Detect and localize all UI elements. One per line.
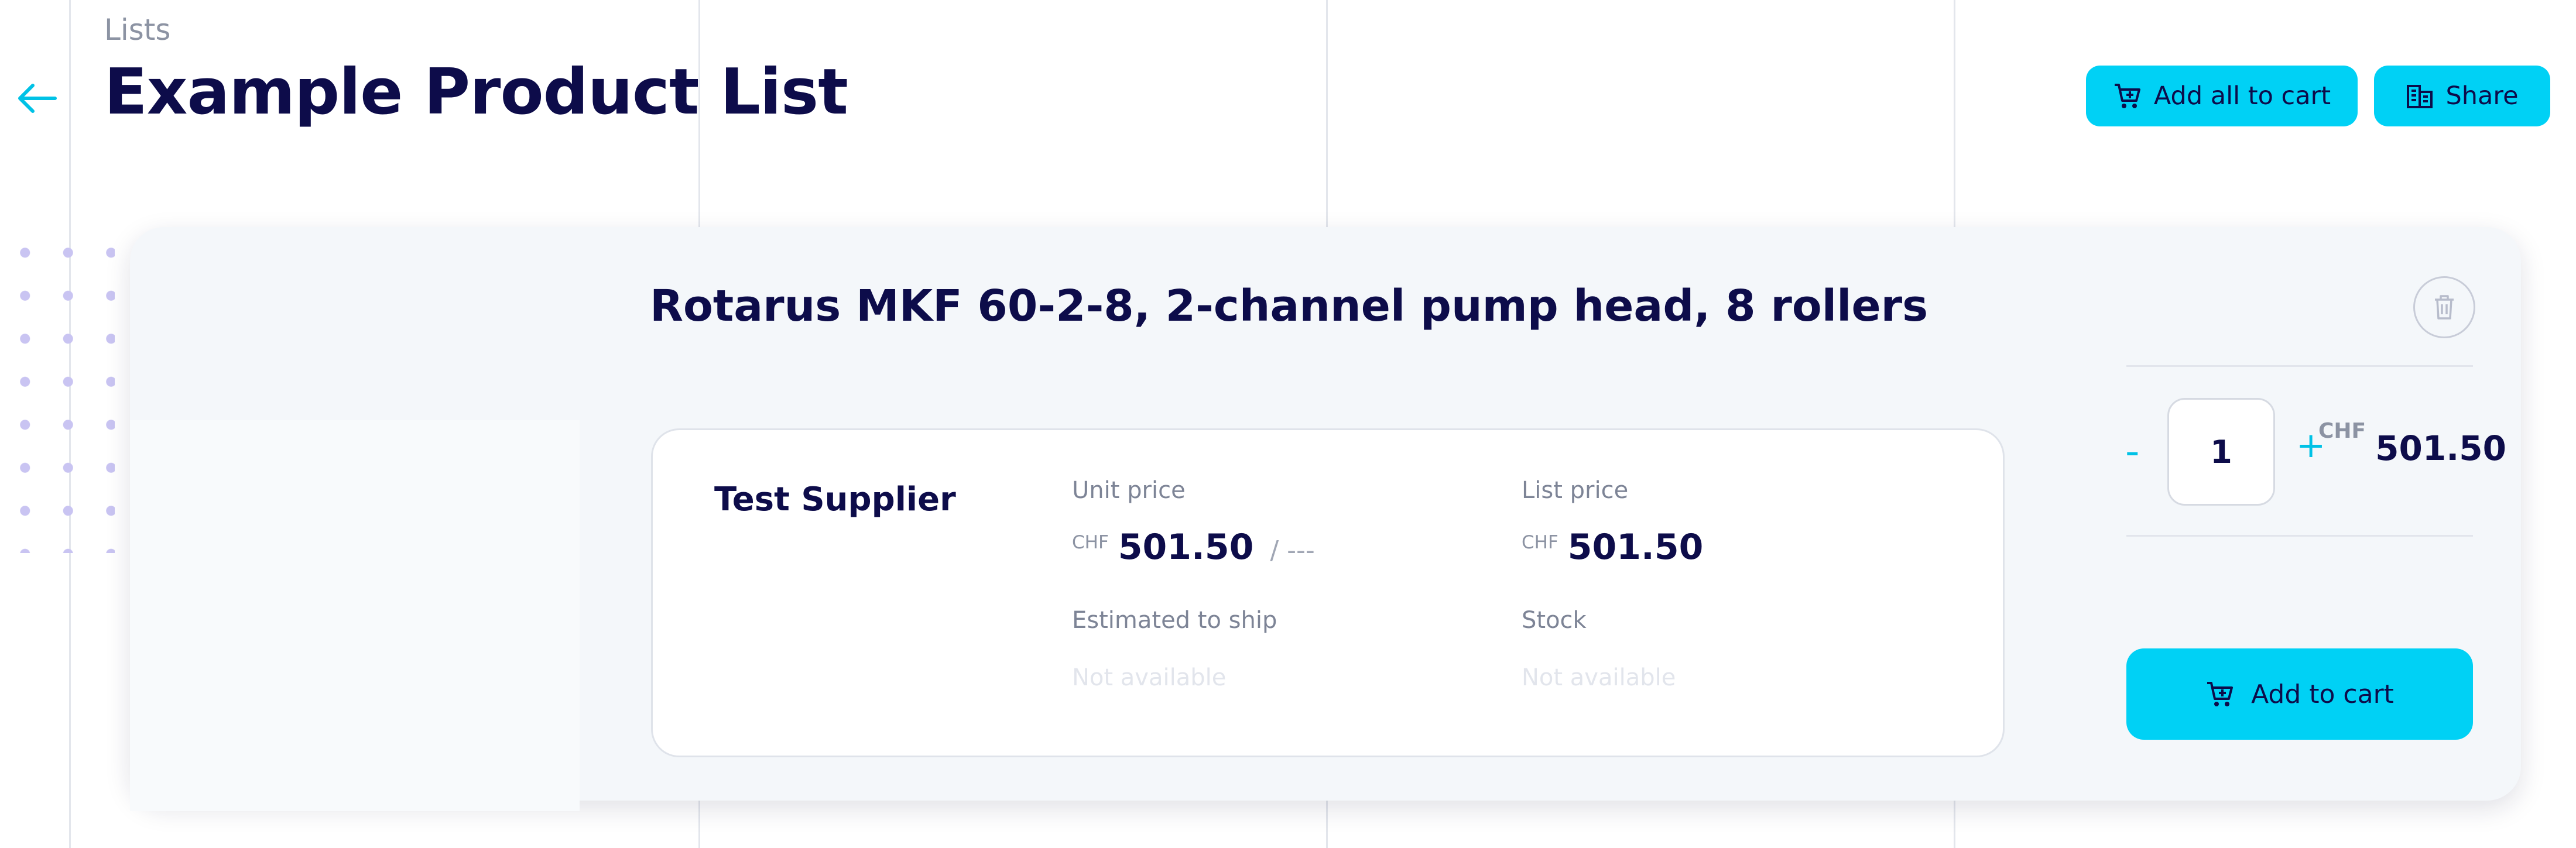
cart-plus-icon [2207, 682, 2234, 706]
list-price-label: List price [1522, 477, 1629, 504]
quantity-input[interactable]: 1 [2167, 398, 2275, 506]
arrow-left-icon [18, 84, 57, 113]
add-to-cart-button[interactable]: Add to cart [2126, 648, 2473, 740]
unit-price-label: Unit price [1072, 477, 1186, 504]
quantity-decrement-button[interactable]: - [2125, 428, 2160, 475]
ship-estimate-label: Estimated to ship [1072, 607, 1277, 634]
ship-estimate-value: Not available [1072, 664, 1227, 691]
total-value: 501.50 [2375, 428, 2506, 468]
unit-price-per: / --- [1270, 535, 1315, 565]
stock-value: Not available [1522, 664, 1676, 691]
supplier-name: Test Supplier [714, 480, 956, 519]
unit-price-value: 501.50 [1118, 527, 1254, 568]
add-all-to-cart-button[interactable]: Add all to cart [2086, 66, 2358, 126]
add-to-cart-label: Add to cart [2251, 679, 2394, 709]
list-price-value: 501.50 [1567, 527, 1704, 568]
trash-icon [2435, 295, 2454, 320]
delete-button[interactable] [2413, 276, 2475, 338]
total-currency: CHF [2318, 419, 2366, 443]
back-button[interactable] [13, 75, 60, 122]
product-title[interactable]: Rotarus MKF 60-2-8, 2-channel pump head,… [650, 281, 1928, 331]
currency-label: CHF [1072, 532, 1109, 553]
page-title: Example Product List [104, 56, 848, 129]
line-total: CHF 501.50 [2318, 419, 2506, 468]
list-price: CHF 501.50 [1522, 527, 1703, 568]
share-button[interactable]: Share [2374, 66, 2550, 126]
add-all-to-cart-label: Add all to cart [2153, 81, 2331, 111]
supplier-offer: Test Supplier Unit price CHF 501.50 / --… [651, 428, 2005, 757]
divider [2126, 535, 2473, 537]
cart-plus-icon [2114, 84, 2140, 108]
divider [2126, 365, 2473, 367]
currency-label: CHF [1522, 532, 1558, 553]
product-image-placeholder [130, 420, 580, 811]
building-icon [2407, 85, 2433, 108]
product-card: Rotarus MKF 60-2-8, 2-channel pump head,… [130, 227, 2521, 811]
share-label: Share [2445, 81, 2519, 111]
stock-label: Stock [1522, 607, 1587, 634]
unit-price: CHF 501.50 / --- [1072, 527, 1315, 568]
breadcrumb[interactable]: Lists [104, 13, 170, 47]
decorative-dots [4, 231, 115, 553]
